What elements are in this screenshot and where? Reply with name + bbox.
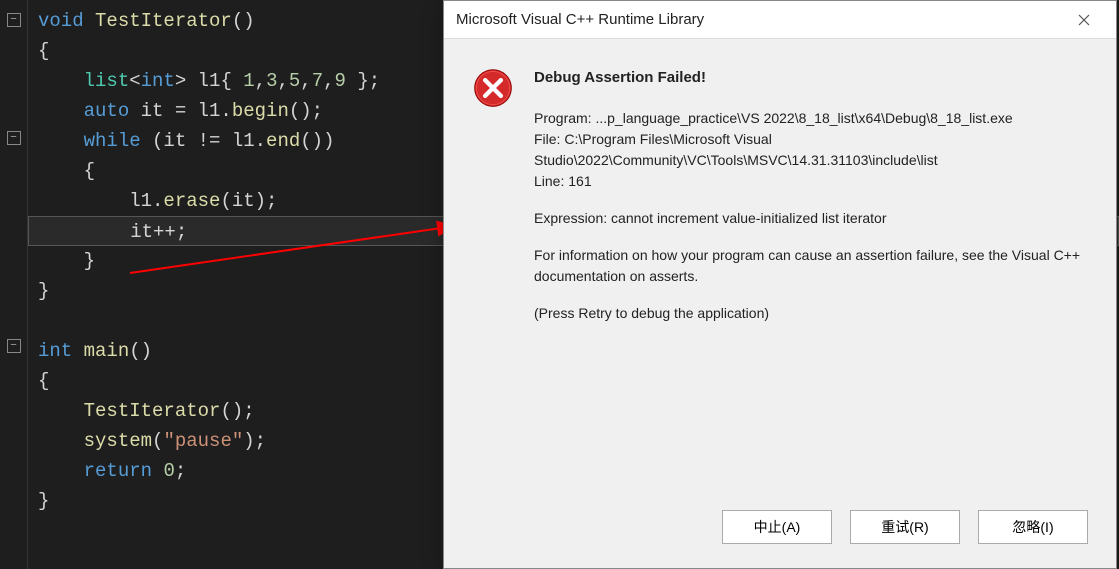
close-button[interactable]	[1064, 5, 1104, 35]
close-icon	[1078, 14, 1090, 26]
ignore-button[interactable]: 忽略(I)	[978, 510, 1088, 544]
dialog-expression: Expression: cannot increment value-initi…	[534, 208, 1088, 229]
runtime-error-dialog: Microsoft Visual C++ Runtime Library Deb…	[443, 0, 1117, 569]
fold-toggle[interactable]: −	[7, 13, 21, 27]
dialog-program-info: Program: ...p_language_practice\VS 2022\…	[534, 108, 1088, 192]
fold-toggle[interactable]: −	[7, 131, 21, 145]
dialog-retry-hint: (Press Retry to debug the application)	[534, 303, 1088, 324]
dialog-content: Debug Assertion Failed! Program: ...p_la…	[534, 67, 1088, 486]
retry-button[interactable]: 重试(R)	[850, 510, 960, 544]
fold-toggle[interactable]: −	[7, 339, 21, 353]
abort-button[interactable]: 中止(A)	[722, 510, 832, 544]
error-icon	[472, 67, 514, 109]
editor-gutter: − − −	[0, 0, 28, 569]
dialog-body: Debug Assertion Failed! Program: ...p_la…	[444, 39, 1116, 496]
dialog-buttons: 中止(A) 重试(R) 忽略(I)	[444, 496, 1116, 568]
dialog-titlebar[interactable]: Microsoft Visual C++ Runtime Library	[444, 1, 1116, 39]
dialog-heading: Debug Assertion Failed!	[534, 67, 1088, 90]
dialog-info: For information on how your program can …	[534, 245, 1088, 287]
dialog-title: Microsoft Visual C++ Runtime Library	[456, 11, 1064, 28]
